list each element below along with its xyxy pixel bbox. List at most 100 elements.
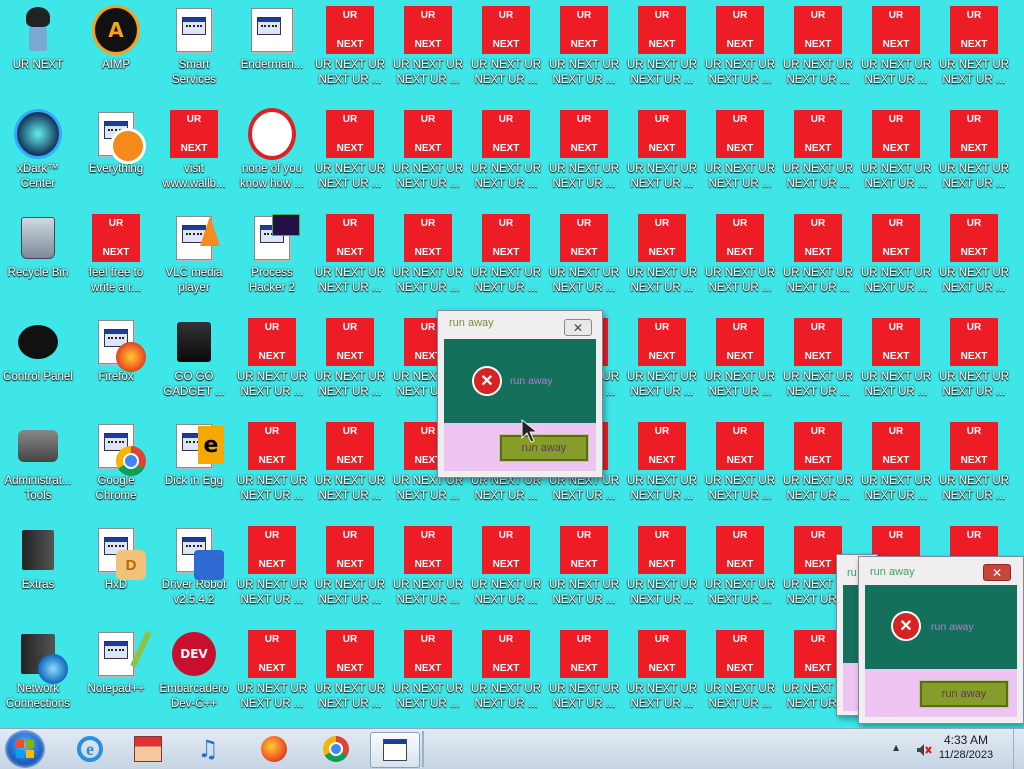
desktop-icon[interactable]: UR NEXT UR NEXT UR NEXT UR ... xyxy=(858,416,934,516)
desktop-icon[interactable]: UR NEXT UR NEXT UR NEXT UR ... xyxy=(468,104,544,204)
desktop-icon[interactable]: UR NEXT UR NEXT UR NEXT UR ... xyxy=(624,312,700,412)
desktop-icon[interactable]: Recycle Bin xyxy=(0,208,76,308)
run-away-dialog-main[interactable]: run away ✕ ✕ run away run away xyxy=(437,310,603,478)
run-away-button[interactable]: run away xyxy=(919,680,1009,708)
desktop-icon[interactable]: UR NEXT UR NEXT UR NEXT UR ... xyxy=(468,520,544,620)
desktop-icon[interactable]: UR NEXT UR NEXT UR NEXT UR ... xyxy=(624,416,700,516)
taskbar-app-button[interactable]: e xyxy=(68,732,112,766)
desktop-icon[interactable]: UR NEXT UR NEXT UR NEXT UR ... xyxy=(702,312,778,412)
desktop-icon[interactable]: UR NEXT UR NEXT UR NEXT UR ... xyxy=(624,624,700,724)
taskbar-app-button[interactable] xyxy=(370,732,420,768)
run-away-button[interactable]: run away xyxy=(499,434,589,462)
desktop-icon[interactable]: none of you know how ... xyxy=(234,104,310,204)
desktop-icon[interactable]: UR NEXT UR NEXT UR NEXT UR ... xyxy=(780,208,856,308)
run-away-dialog-front[interactable]: run away ✕ ✕ run away run away xyxy=(858,556,1024,724)
desktop-icon[interactable]: Process Hacker 2 xyxy=(234,208,310,308)
system-clock[interactable]: 4:33 AM 11/28/2023 xyxy=(926,733,1006,761)
ur-next-icon: UR NEXT xyxy=(404,214,452,262)
close-button[interactable]: ✕ xyxy=(983,564,1011,581)
desktop-icon[interactable]: UR NEXT UR NEXT UR NEXT UR ... xyxy=(780,0,856,100)
desktop-icon[interactable]: UR NEXT UR NEXT UR NEXT UR ... xyxy=(390,624,466,724)
desktop-icon[interactable]: UR NEXT feel free to write a r... xyxy=(78,208,154,308)
desktop-icon[interactable]: UR NEXT xyxy=(0,0,76,100)
desktop-icon[interactable]: UR NEXT UR NEXT UR NEXT UR ... xyxy=(936,416,1012,516)
desktop-icon[interactable]: UR NEXT UR NEXT UR NEXT UR ... xyxy=(312,624,388,724)
desktop-icon[interactable]: UR NEXT UR NEXT UR NEXT UR ... xyxy=(234,312,310,412)
desktop-icon[interactable]: UR NEXT UR NEXT UR NEXT UR ... xyxy=(936,208,1012,308)
desktop-icon[interactable]: GO GO GADGET ... xyxy=(156,312,232,412)
desktop-icon[interactable]: UR NEXT UR NEXT UR NEXT UR ... xyxy=(936,0,1012,100)
dialog-titlebar[interactable]: run away ✕ xyxy=(438,311,602,337)
desktop-icon[interactable]: UR NEXT UR NEXT UR NEXT UR ... xyxy=(624,208,700,308)
desktop-icon[interactable]: UR NEXT UR NEXT UR NEXT UR ... xyxy=(312,416,388,516)
taskbar-app-button[interactable] xyxy=(252,732,296,766)
close-button[interactable]: ✕ xyxy=(564,319,592,336)
start-button[interactable] xyxy=(5,730,45,768)
desktop-icon[interactable]: UR NEXT UR NEXT UR NEXT UR ... xyxy=(546,208,622,308)
desktop-icon[interactable]: Enderman... xyxy=(234,0,310,100)
desktop-icon[interactable]: UR NEXT UR NEXT UR NEXT UR ... xyxy=(702,208,778,308)
desktop-icon[interactable]: Smart Services xyxy=(156,0,232,100)
desktop-icon[interactable]: UR NEXT visit www.wallb... xyxy=(156,104,232,204)
desktop-icon[interactable]: UR NEXT UR NEXT UR NEXT UR ... xyxy=(390,208,466,308)
desktop-icon[interactable]: UR NEXT UR NEXT UR NEXT UR ... xyxy=(702,624,778,724)
desktop-icon[interactable]: UR NEXT UR NEXT UR NEXT UR ... xyxy=(546,104,622,204)
desktop-icon[interactable]: UR NEXT UR NEXT UR NEXT UR ... xyxy=(312,208,388,308)
desktop-icon[interactable]: UR NEXT UR NEXT UR NEXT UR ... xyxy=(702,416,778,516)
desktop-icon[interactable]: VLC media player xyxy=(156,208,232,308)
desktop-icon[interactable]: Network Connections xyxy=(0,624,76,724)
desktop-icon[interactable]: Everything xyxy=(78,104,154,204)
desktop-icon[interactable]: UR NEXT UR NEXT UR NEXT UR ... xyxy=(546,520,622,620)
desktop-icon[interactable]: UR NEXT UR NEXT UR NEXT UR ... xyxy=(312,104,388,204)
desktop-icon[interactable]: UR NEXT UR NEXT UR NEXT UR ... xyxy=(702,104,778,204)
dialog-titlebar[interactable]: run away ✕ xyxy=(859,557,1023,583)
desktop-icon[interactable]: UR NEXT UR NEXT UR NEXT UR ... xyxy=(624,104,700,204)
desktop-icon[interactable]: UR NEXT UR NEXT UR NEXT UR ... xyxy=(936,312,1012,412)
desktop-icon[interactable]: A AIMP xyxy=(78,0,154,100)
desktop-icon[interactable]: UR NEXT UR NEXT UR NEXT UR ... xyxy=(234,416,310,516)
desktop-icon[interactable]: UR NEXT UR NEXT UR NEXT UR ... xyxy=(546,0,622,100)
desktop-icon[interactable]: UR NEXT UR NEXT UR NEXT UR ... xyxy=(702,520,778,620)
taskbar-app-button[interactable] xyxy=(314,732,358,766)
ur-next-icon: UR NEXT xyxy=(326,422,374,470)
desktop-icon[interactable]: UR NEXT UR NEXT UR NEXT UR ... xyxy=(546,624,622,724)
desktop-icon[interactable]: UR NEXT UR NEXT UR NEXT UR ... xyxy=(780,104,856,204)
desktop-icon[interactable]: Administrat... Tools xyxy=(0,416,76,516)
desktop-icon[interactable]: UR NEXT UR NEXT UR NEXT UR ... xyxy=(390,104,466,204)
desktop-icon[interactable]: Control Panel xyxy=(0,312,76,412)
desktop-icon[interactable]: e Dick in Egg xyxy=(156,416,232,516)
desktop-icon[interactable]: UR NEXT UR NEXT UR NEXT UR ... xyxy=(780,416,856,516)
desktop-icon[interactable]: UR NEXT UR NEXT UR NEXT UR ... xyxy=(312,312,388,412)
desktop-icon[interactable]: UR NEXT UR NEXT UR NEXT UR ... xyxy=(936,104,1012,204)
desktop-icon[interactable]: UR NEXT UR NEXT UR NEXT UR ... xyxy=(312,0,388,100)
desktop-icon[interactable]: UR NEXT UR NEXT UR NEXT UR ... xyxy=(390,520,466,620)
desktop-icon[interactable]: UR NEXT UR NEXT UR NEXT UR ... xyxy=(858,312,934,412)
tray-expand-button[interactable]: ▲ xyxy=(893,743,899,752)
desktop-icon[interactable]: UR NEXT UR NEXT UR NEXT UR ... xyxy=(624,0,700,100)
desktop-icon[interactable]: UR NEXT UR NEXT UR NEXT UR ... xyxy=(234,624,310,724)
desktop-icon[interactable]: UR NEXT UR NEXT UR NEXT UR ... xyxy=(312,520,388,620)
desktop-icon[interactable]: UR NEXT UR NEXT UR NEXT UR ... xyxy=(468,0,544,100)
desktop-icon[interactable]: xDark™ Center xyxy=(0,104,76,204)
desktop-icon[interactable]: UR NEXT UR NEXT UR NEXT UR ... xyxy=(858,104,934,204)
desktop-icon[interactable]: Driver Robot v2.5.4.2 xyxy=(156,520,232,620)
desktop-icon[interactable]: UR NEXT UR NEXT UR NEXT UR ... xyxy=(234,520,310,620)
desktop-icon[interactable]: Extras xyxy=(0,520,76,620)
taskbar-app-button[interactable]: ♫ xyxy=(186,732,230,766)
desktop-icon[interactable]: UR NEXT UR NEXT UR NEXT UR ... xyxy=(624,520,700,620)
show-desktop-button[interactable] xyxy=(1013,729,1024,769)
desktop-icon[interactable]: UR NEXT UR NEXT UR NEXT UR ... xyxy=(468,624,544,724)
desktop-icon[interactable]: Notepad++ xyxy=(78,624,154,724)
ur-next-tile-icon: UR NEXT xyxy=(482,6,530,54)
taskbar-app-button[interactable] xyxy=(126,732,170,766)
desktop-icon[interactable]: DEV Embarcadero Dev-C++ xyxy=(156,624,232,724)
desktop-icon[interactable]: Firefox xyxy=(78,312,154,412)
desktop-icon[interactable]: UR NEXT UR NEXT UR NEXT UR ... xyxy=(390,0,466,100)
desktop-icon[interactable]: UR NEXT UR NEXT UR NEXT UR ... xyxy=(780,312,856,412)
desktop-icon[interactable]: UR NEXT UR NEXT UR NEXT UR ... xyxy=(858,0,934,100)
desktop-icon[interactable]: UR NEXT UR NEXT UR NEXT UR ... xyxy=(858,208,934,308)
desktop-icon[interactable]: UR NEXT UR NEXT UR NEXT UR ... xyxy=(468,208,544,308)
desktop-icon[interactable]: Google Chrome xyxy=(78,416,154,516)
desktop-icon[interactable]: UR NEXT UR NEXT UR NEXT UR ... xyxy=(702,0,778,100)
desktop-icon[interactable]: D HxD xyxy=(78,520,154,620)
